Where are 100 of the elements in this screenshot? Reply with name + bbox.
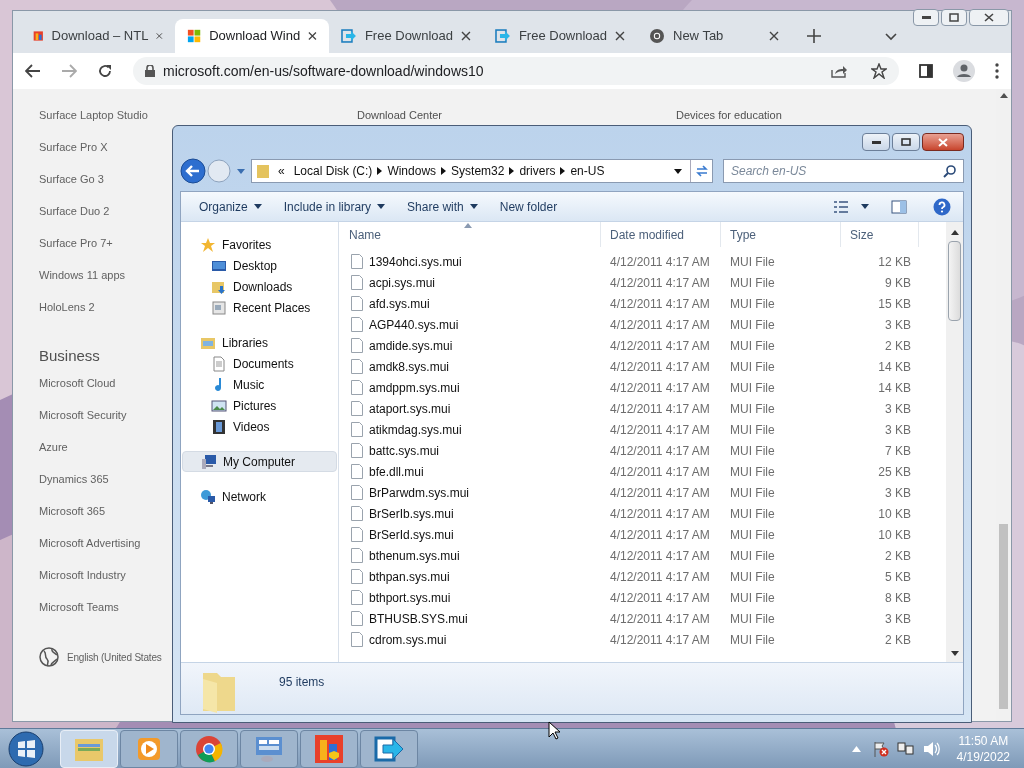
maximize-button[interactable] <box>941 9 967 26</box>
breadcrumb-item[interactable]: System32 <box>446 162 510 180</box>
nav-item[interactable]: Music <box>182 374 337 395</box>
close-icon[interactable] <box>769 31 779 41</box>
side-panel-icon[interactable] <box>919 64 933 78</box>
file-name[interactable]: bfe.dll.mui <box>369 462 424 481</box>
nav-item[interactable]: Documents <box>182 353 337 374</box>
close-icon[interactable] <box>461 31 471 41</box>
browser-tab[interactable]: Free Download <box>483 19 637 53</box>
nav-item[interactable]: Downloads <box>182 276 337 297</box>
breadcrumb-arrow-icon[interactable] <box>441 167 447 175</box>
scroll-down-icon[interactable] <box>950 651 959 656</box>
footer-link[interactable]: Microsoft Security <box>39 407 127 439</box>
footer-link[interactable]: Dynamics 365 <box>39 471 109 503</box>
file-name[interactable]: ataport.sys.mui <box>369 399 451 418</box>
reload-icon[interactable] <box>97 63 113 79</box>
file-name[interactable]: bthport.sys.mui <box>369 588 451 607</box>
file-name[interactable]: afd.sys.mui <box>369 294 430 313</box>
footer-link[interactable]: Windows 11 apps <box>39 267 125 299</box>
browser-tab[interactable]: Download Wind <box>175 19 329 53</box>
scrollbar[interactable] <box>946 222 963 662</box>
close-icon[interactable] <box>615 31 625 41</box>
file-name[interactable]: cdrom.sys.mui <box>369 630 447 649</box>
footer-link[interactable]: Microsoft Industry <box>39 567 126 599</box>
footer-link[interactable]: Microsoft Advertising <box>39 535 141 567</box>
star-outline-icon[interactable] <box>871 63 887 79</box>
minimize-button[interactable] <box>862 133 890 151</box>
file-name[interactable]: amdppm.sys.mui <box>369 378 460 397</box>
file-name[interactable]: bthenum.sys.mui <box>369 546 460 565</box>
file-name[interactable]: acpi.sys.mui <box>369 273 436 292</box>
column-header[interactable]: Date modified <box>601 222 721 247</box>
address-bar[interactable]: microsoft.com/en-us/software-download/windows10 <box>133 57 899 85</box>
close-button[interactable] <box>922 133 964 151</box>
footer-link[interactable]: HoloLens 2 <box>39 299 95 331</box>
network-icon[interactable] <box>896 740 915 757</box>
start-button[interactable] <box>6 729 46 768</box>
browser-tab[interactable]: Download – NTL <box>21 19 175 53</box>
footer-link[interactable]: Microsoft Cloud <box>39 375 116 407</box>
file-name[interactable]: BrSerIb.sys.mui <box>369 504 454 523</box>
nav-item[interactable]: Recent Places <box>182 297 337 318</box>
breadcrumb-item[interactable]: Windows <box>382 162 442 180</box>
chevron-down-icon[interactable] <box>885 33 897 41</box>
recent-dropdown-icon[interactable] <box>237 168 245 174</box>
footer-link[interactable]: Surface Laptop Studio <box>39 107 148 139</box>
column-header[interactable]: Type <box>721 222 841 247</box>
breadcrumb-arrow-icon[interactable] <box>377 167 383 175</box>
breadcrumb-arrow-icon[interactable] <box>560 167 566 175</box>
toolbar-button[interactable]: Organize <box>189 194 272 219</box>
footer-link[interactable]: Microsoft Teams <box>39 599 119 631</box>
column-header[interactable]: Size <box>841 222 919 247</box>
toolbar-button[interactable]: Include in library <box>273 194 396 219</box>
view-options-icon[interactable] <box>833 200 849 213</box>
file-name[interactable]: BTHUSB.SYS.mui <box>369 609 468 628</box>
file-name[interactable]: amdide.sys.mui <box>369 336 453 355</box>
minimize-button[interactable] <box>913 9 939 26</box>
file-name[interactable]: AGP440.sys.mui <box>369 315 459 334</box>
browser-tab[interactable]: Free Download <box>329 19 483 53</box>
browser-tab[interactable]: New Tab <box>637 19 791 53</box>
scrollbar-thumb[interactable] <box>999 524 1008 709</box>
new-tab-icon[interactable] <box>807 29 821 43</box>
footer-link[interactable]: Azure <box>39 439 68 471</box>
toolbar-button[interactable]: Share with <box>397 194 488 219</box>
address-dropdown-icon[interactable] <box>674 168 682 174</box>
help-icon[interactable] <box>933 197 951 216</box>
toolbar-button[interactable]: New folder <box>489 194 568 219</box>
taskbar-button[interactable] <box>300 729 358 768</box>
scroll-up-icon[interactable] <box>999 93 1008 98</box>
taskbar-button[interactable] <box>120 729 178 768</box>
search-field[interactable]: Search en-US <box>723 159 964 183</box>
taskbar-button[interactable] <box>180 729 238 768</box>
nav-item[interactable]: Network <box>182 486 337 507</box>
file-name[interactable]: BrParwdm.sys.mui <box>369 483 469 502</box>
breadcrumb-arrow-icon[interactable] <box>509 167 515 175</box>
file-name[interactable]: bthpan.sys.mui <box>369 567 450 586</box>
flag-error-icon[interactable] <box>872 740 889 757</box>
breadcrumb-item[interactable]: Local Disk (C:) <box>288 162 378 180</box>
footer-link[interactable]: Surface Go 3 <box>39 171 104 203</box>
taskbar-button[interactable] <box>240 729 298 768</box>
preview-pane-icon[interactable] <box>891 199 907 214</box>
nav-item[interactable]: Favorites <box>182 234 337 255</box>
file-name[interactable]: atikmdag.sys.mui <box>369 420 462 439</box>
search-input[interactable]: Search en-US <box>731 162 943 180</box>
overflow-chevron[interactable]: « <box>278 162 285 180</box>
scrollbar-thumb[interactable] <box>948 241 961 321</box>
close-icon[interactable] <box>308 31 317 41</box>
file-name[interactable]: battc.sys.mui <box>369 441 440 460</box>
footer-link[interactable]: Surface Duo 2 <box>39 203 110 235</box>
close-icon[interactable] <box>156 31 163 41</box>
footer-link[interactable]: Surface Pro X <box>39 139 108 171</box>
file-name[interactable]: amdk8.sys.mui <box>369 357 450 376</box>
breadcrumb-item[interactable]: drivers <box>514 162 561 180</box>
footer-link[interactable]: Surface Pro 7+ <box>39 235 113 267</box>
address-field[interactable]: « Local Disk (C:) Windows System32 drivers en-US <box>251 159 713 183</box>
nav-item[interactable]: Desktop <box>182 255 337 276</box>
share-icon[interactable] <box>831 64 847 78</box>
maximize-button[interactable] <box>892 133 920 151</box>
speaker-icon[interactable] <box>922 740 941 757</box>
nav-item[interactable]: Pictures <box>182 395 337 416</box>
file-name[interactable]: BrSerId.sys.mui <box>369 525 454 544</box>
nav-item[interactable]: Videos <box>182 416 337 437</box>
